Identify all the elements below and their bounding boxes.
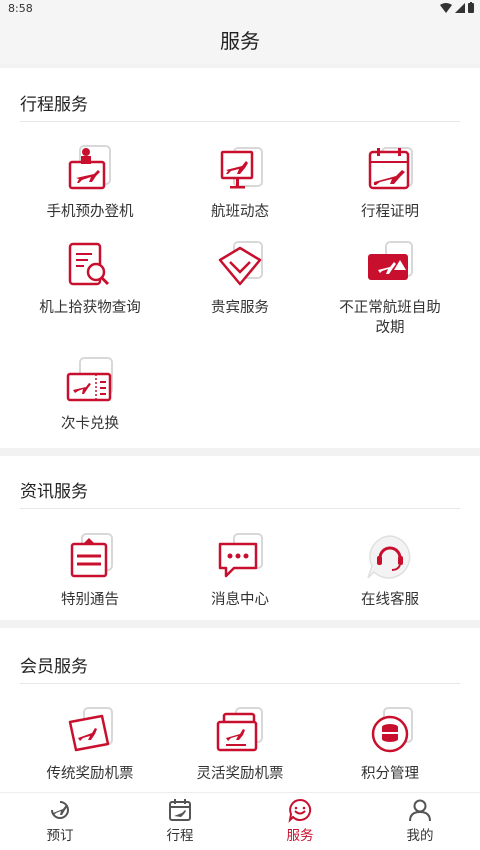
card-exchange-button[interactable]: 次卡兑换: [15, 356, 165, 434]
notice-label: 特别通告: [61, 592, 119, 608]
status-bar: 8:58: [0, 0, 480, 18]
award-ticket-icon: [68, 707, 113, 752]
trip-services-section: 行程服务 手机预办登机 航班动态 行程证明 机上拾获物查询 贵宾服务 不正常航班…: [0, 68, 480, 448]
flight-status-icon: [220, 147, 263, 189]
card-exchange-icon: [66, 357, 113, 402]
section-title-trip: 行程服务: [20, 95, 88, 115]
points-icon: [371, 707, 413, 753]
vip-service-button[interactable]: 贵宾服务: [165, 240, 315, 318]
itinerary-proof-label: 行程证明: [361, 204, 419, 220]
vip-service-label: 贵宾服务: [211, 300, 269, 316]
section-divider: [20, 683, 460, 684]
irregular-flight-icon: [368, 241, 413, 280]
tab-trip[interactable]: 行程: [120, 797, 240, 844]
status-time: 8:58: [8, 2, 33, 15]
tab-booking[interactable]: 预订: [0, 797, 120, 844]
tab-booking-label: 预订: [46, 828, 74, 844]
customer-service-icon: [367, 535, 411, 579]
notice-icon: [70, 533, 113, 578]
tab-trip-label: 行程: [166, 828, 194, 844]
notice-button[interactable]: 特别通告: [15, 532, 165, 610]
card-exchange-label: 次卡兑换: [61, 416, 119, 432]
tab-profile[interactable]: 我的: [360, 797, 480, 844]
customer-service-label: 在线客服: [361, 592, 419, 608]
section-divider: [20, 121, 460, 122]
app-header: 服务: [0, 18, 480, 64]
trip-calendar-icon: [169, 799, 191, 821]
status-icons: [440, 2, 474, 13]
irregular-flight-button[interactable]: 不正常航班自助 改期: [315, 240, 465, 338]
points-management-button[interactable]: 积分管理: [315, 706, 465, 784]
signal-icon: [455, 2, 465, 13]
irregular-flight-label-line2: 改期: [375, 320, 405, 336]
flexible-ticket-icon: [216, 707, 263, 752]
itinerary-proof-button[interactable]: 行程证明: [315, 144, 465, 222]
irregular-flight-label: 不正常航班自助 改期: [315, 298, 465, 338]
tab-profile-label: 我的: [406, 828, 434, 844]
info-services-section: 资讯服务 特别通告 消息中心 在线客服: [0, 456, 480, 620]
checkin-button[interactable]: 手机预办登机: [15, 144, 165, 222]
battery-icon: [468, 2, 474, 13]
message-icon: [218, 533, 263, 578]
wifi-icon: [440, 2, 452, 13]
lost-found-button[interactable]: 机上拾获物查询: [15, 240, 165, 318]
tab-service-label: 服务: [286, 828, 314, 844]
section-title-info: 资讯服务: [20, 482, 88, 502]
message-center-label: 消息中心: [211, 592, 269, 608]
checkin-label: 手机预办登机: [46, 204, 134, 220]
service-icon: [288, 798, 312, 823]
tab-service[interactable]: 服务: [240, 797, 360, 844]
lost-found-label: 机上拾获物查询: [39, 300, 141, 316]
irregular-flight-label-line1: 不正常航班自助: [339, 300, 441, 316]
award-ticket-button[interactable]: 传统奖励机票: [15, 706, 165, 784]
member-services-section: 会员服务 传统奖励机票 灵活奖励机票 积分管理: [0, 628, 480, 792]
booking-icon: [51, 801, 69, 819]
lost-found-icon: [68, 242, 110, 286]
flight-status-button[interactable]: 航班动态: [165, 144, 315, 222]
flexible-ticket-label: 灵活奖励机票: [196, 766, 284, 782]
points-management-label: 积分管理: [361, 766, 419, 782]
message-center-button[interactable]: 消息中心: [165, 532, 315, 610]
customer-service-button[interactable]: 在线客服: [315, 532, 465, 610]
vip-service-icon: [218, 241, 263, 286]
itinerary-proof-icon: [368, 147, 413, 190]
profile-icon: [409, 799, 431, 822]
section-title-member: 会员服务: [20, 657, 88, 677]
award-ticket-label: 传统奖励机票: [46, 766, 134, 782]
flight-status-label: 航班动态: [211, 204, 269, 220]
flexible-ticket-button[interactable]: 灵活奖励机票: [165, 706, 315, 784]
checkin-icon: [68, 145, 111, 190]
section-divider: [20, 508, 460, 509]
page-title: 服务: [220, 29, 260, 53]
bottom-tab-bar: 预订 行程 服务 我的: [0, 792, 480, 850]
